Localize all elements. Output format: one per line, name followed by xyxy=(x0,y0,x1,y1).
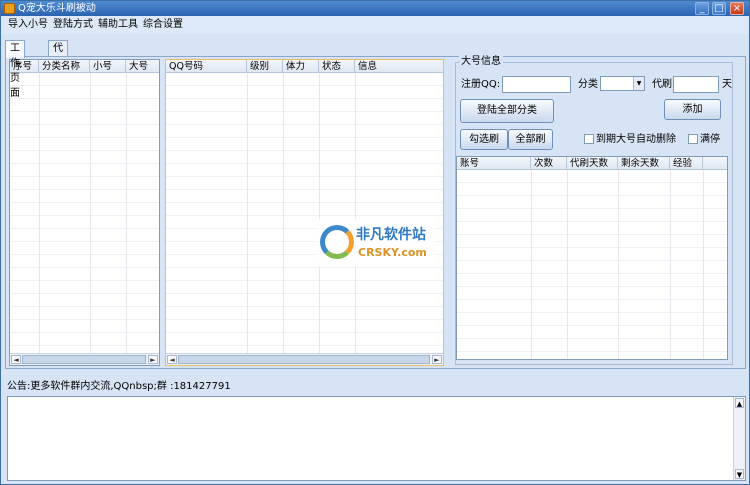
menu-import-accounts[interactable]: 导入小号 xyxy=(8,19,48,31)
column-header-status[interactable]: 状态 xyxy=(319,60,355,73)
main-account-table-header: 账号 次数 代刷天数 剩余天数 经验 xyxy=(457,157,727,170)
column-header-brush-days[interactable]: 代刷天数 xyxy=(567,157,618,170)
column-header-category-name[interactable]: 分类名称 xyxy=(39,60,90,73)
register-qq-input[interactable] xyxy=(502,76,571,93)
register-qq-label: 注册QQ: xyxy=(461,79,501,90)
grid-line xyxy=(283,73,284,353)
log-vscrollbar[interactable]: ▲ ▼ xyxy=(733,397,745,480)
main-account-group-title: 大号信息 xyxy=(459,56,503,68)
column-header-main-account[interactable]: 大号 xyxy=(126,60,159,73)
main-account-table-rows xyxy=(457,170,727,359)
crsky-logo-icon xyxy=(320,225,354,259)
auto-delete-checkbox[interactable] xyxy=(584,134,594,144)
scroll-left-icon[interactable]: ◄ xyxy=(11,355,21,364)
menu-login-method[interactable]: 登陆方式 xyxy=(53,19,93,31)
log-textarea[interactable]: ▲ ▼ xyxy=(7,396,746,481)
chevron-down-icon[interactable]: ▼ xyxy=(633,77,644,90)
close-button[interactable]: × xyxy=(730,2,744,15)
scroll-right-icon[interactable]: ► xyxy=(148,355,158,364)
watermark-cn-text: 非凡软件站 xyxy=(356,227,426,243)
grid-line xyxy=(531,170,532,359)
crsky-watermark: 非凡软件站 CRSKY.com xyxy=(316,219,436,267)
add-button[interactable]: 添加 xyxy=(664,99,721,120)
menu-settings[interactable]: 综合设置 xyxy=(143,19,183,31)
column-header-count[interactable]: 次数 xyxy=(531,157,567,170)
qq-accounts-table[interactable]: QQ号码 级别 体力 状态 信息 ◄ ► xyxy=(165,59,444,366)
scroll-down-icon[interactable]: ▼ xyxy=(735,469,744,479)
scroll-up-icon[interactable]: ▲ xyxy=(735,398,744,408)
column-header-small-account[interactable]: 小号 xyxy=(90,60,126,73)
grid-line xyxy=(39,73,40,353)
tab-work-page[interactable]: 工作页面 xyxy=(5,40,25,99)
watermark-en-text: CRSKY.com xyxy=(358,246,427,259)
column-header-level[interactable]: 级别 xyxy=(247,60,283,73)
grid-line xyxy=(703,170,704,359)
grid-line xyxy=(618,170,619,359)
days-label: 代刷 xyxy=(652,79,672,90)
minimize-button[interactable]: _ xyxy=(695,2,709,15)
category-table-hscrollbar[interactable]: ◄ ► xyxy=(10,353,159,365)
scroll-left-icon[interactable]: ◄ xyxy=(167,355,177,364)
menu-tools[interactable]: 辅助工具 xyxy=(98,19,138,31)
category-table-header: 序号 分类名称 小号 大号 xyxy=(10,60,159,73)
grid-line xyxy=(319,73,320,353)
grid-line xyxy=(567,170,568,359)
main-account-table[interactable]: 账号 次数 代刷天数 剩余天数 经验 xyxy=(456,156,728,360)
brush-all-button[interactable]: 全部刷 xyxy=(508,129,553,150)
menu-bar: 导入小号 登陆方式 辅助工具 综合设置 xyxy=(1,16,749,34)
days-input[interactable] xyxy=(673,76,719,93)
scroll-right-icon[interactable]: ► xyxy=(432,355,442,364)
maximize-button[interactable]: □ xyxy=(712,2,726,15)
app-icon xyxy=(4,3,15,14)
category-table[interactable]: 序号 分类名称 小号 大号 ◄ ► xyxy=(9,59,160,366)
scroll-thumb[interactable] xyxy=(178,355,430,364)
notice-text: 公告:更多软件群内交流,QQnbsp;群 :181427791 xyxy=(7,381,231,392)
grid-line xyxy=(126,73,127,353)
grid-line xyxy=(90,73,91,353)
scroll-thumb[interactable] xyxy=(22,355,146,364)
grid-line xyxy=(247,73,248,353)
days-unit-label: 天 xyxy=(722,79,732,90)
qq-table-rows xyxy=(166,73,443,353)
qq-table-hscrollbar[interactable]: ◄ ► xyxy=(166,353,443,365)
app-window: Q宠大乐斗刷被动 _ □ × 导入小号 登陆方式 辅助工具 综合设置 工作页面 … xyxy=(0,0,750,485)
grid-line xyxy=(670,170,671,359)
tab-account-management[interactable]: 代刷号码管理 xyxy=(48,40,68,129)
category-table-rows xyxy=(10,73,159,353)
full-stop-checkbox[interactable] xyxy=(688,134,698,144)
grid-line xyxy=(355,73,356,353)
window-title: Q宠大乐斗刷被动 xyxy=(18,3,96,14)
category-label: 分类 xyxy=(578,79,598,90)
select-brush-button[interactable]: 勾选刷 xyxy=(460,129,508,150)
column-header-account[interactable]: 账号 xyxy=(457,157,531,170)
login-all-categories-button[interactable]: 登陆全部分类 xyxy=(460,99,554,123)
title-bar[interactable]: Q宠大乐斗刷被动 _ □ × xyxy=(1,1,749,16)
column-header-qq-number[interactable]: QQ号码 xyxy=(166,60,247,73)
column-header-info[interactable]: 信息 xyxy=(355,60,443,73)
auto-delete-label: 到期大号自动删除 xyxy=(596,134,676,145)
column-header-remaining-days[interactable]: 剩余天数 xyxy=(618,157,670,170)
full-stop-label: 满停 xyxy=(700,134,720,145)
qq-table-header: QQ号码 级别 体力 状态 信息 xyxy=(166,60,443,73)
column-header-stamina[interactable]: 体力 xyxy=(283,60,319,73)
column-header-experience[interactable]: 经验 xyxy=(670,157,703,170)
category-select[interactable]: ▼ xyxy=(600,76,645,91)
